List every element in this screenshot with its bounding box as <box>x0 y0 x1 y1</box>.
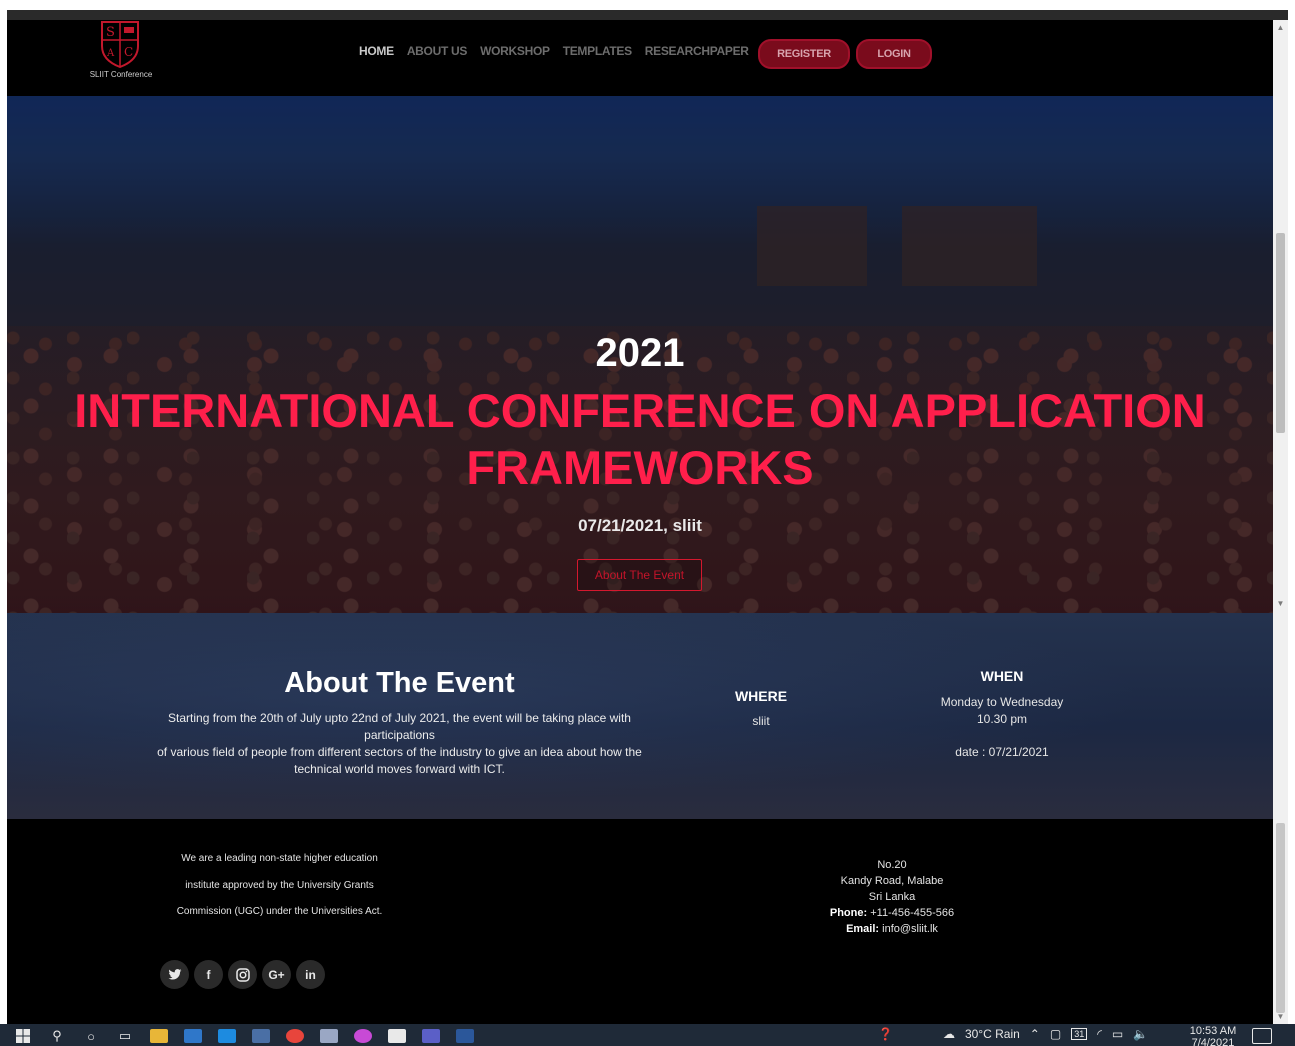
about-text-line: Starting from the 20th of July upto 22nd… <box>168 711 631 742</box>
social-links: f G+ in <box>160 960 325 989</box>
email-value[interactable]: info@sliit.lk <box>882 923 938 935</box>
chevron-up-icon[interactable]: ⌃ <box>1030 1027 1040 1041</box>
about-text: Starting from the 20th of July upto 22nd… <box>157 710 642 778</box>
keyboard-app-icon[interactable] <box>252 1029 270 1043</box>
search-icon[interactable]: ⚲ <box>48 1028 66 1044</box>
windows-taskbar: ⚲ ○ ▭ ❓ ☁ 30°C Rain ⌃ ▢ 31 ◜ ▭ 🔈 10:53 A… <box>0 1024 1295 1046</box>
logo-caption: SLIIT Conference <box>89 70 153 79</box>
music-app-icon[interactable] <box>354 1029 372 1043</box>
instagram-icon[interactable] <box>228 960 257 989</box>
about-section: About The Event Starting from the 20th o… <box>7 613 1273 819</box>
login-button[interactable]: LOGIN <box>856 39 932 69</box>
main-menu: HOME ABOUT US WORKSHOP TEMPLATES RESEARC… <box>359 44 749 58</box>
nav-researchpaper[interactable]: RESEARCHPAPER <box>645 44 749 58</box>
weather-text[interactable]: 30°C Rain <box>965 1027 1020 1041</box>
wifi-icon[interactable]: ◜ <box>1097 1027 1102 1041</box>
phone-label: Phone: <box>829 907 868 919</box>
when-days: Monday to Wednesday <box>940 695 1064 709</box>
outer-scrollbar-thumb[interactable] <box>1276 823 1285 1013</box>
scrollbar-thumb[interactable] <box>1276 233 1285 433</box>
facebook-icon[interactable]: f <box>194 960 223 989</box>
linkedin-icon[interactable]: in <box>296 960 325 989</box>
browser-top-strip <box>7 10 1288 20</box>
nav-workshop[interactable]: WORKSHOP <box>480 44 550 58</box>
when-date: date : 07/21/2021 <box>955 745 1049 759</box>
phone-line: Phone: +11-456-455-566 <box>772 905 1012 921</box>
help-icon[interactable]: ❓ <box>878 1027 893 1041</box>
notification-center-icon[interactable] <box>1252 1028 1272 1044</box>
scroll-down-arrow-icon[interactable]: ▼ <box>1273 597 1288 611</box>
word-icon[interactable] <box>456 1029 474 1043</box>
page-scrollbar[interactable]: ▲ ▼ ▼ <box>1273 20 1288 1024</box>
clock-time: 10:53 AM <box>1189 1025 1237 1037</box>
store-icon[interactable] <box>184 1029 202 1043</box>
hero-year: 2021 <box>595 331 685 375</box>
app-icon[interactable] <box>320 1029 338 1043</box>
taskbar-clock[interactable]: 10:53 AM 7/4/2021 <box>1185 1025 1241 1046</box>
nav-templates[interactable]: TEMPLATES <box>563 44 632 58</box>
footer-description-line: Commission (UGC) under the Universities … <box>176 906 383 917</box>
cortana-icon[interactable]: ○ <box>82 1028 100 1044</box>
address-line: Sri Lanka <box>868 891 916 903</box>
nav-home[interactable]: HOME <box>359 44 394 58</box>
shield-logo-icon: S A C <box>101 21 139 68</box>
taskbar-icons: ⚲ ○ ▭ <box>14 1028 474 1044</box>
calendar-icon[interactable]: 31 <box>1071 1028 1088 1040</box>
teams-icon[interactable] <box>422 1029 440 1043</box>
when-time: 10.30 pm <box>976 712 1028 726</box>
where-heading: WHERE <box>734 688 788 704</box>
battery-icon[interactable]: ▭ <box>1112 1027 1123 1041</box>
about-text-line: of various field of people from differen… <box>157 745 642 776</box>
weather-icon[interactable]: ☁ <box>943 1027 955 1041</box>
task-view-icon[interactable]: ▭ <box>116 1028 134 1044</box>
svg-text:S: S <box>106 25 115 40</box>
address-line: No.20 <box>877 859 907 871</box>
email-line: Email: info@sliit.lk <box>772 921 1012 937</box>
svg-text:C: C <box>124 45 133 59</box>
volume-icon[interactable]: 🔈 <box>1133 1027 1148 1041</box>
phone-value: +11-456-455-566 <box>870 907 955 919</box>
google-plus-icon[interactable]: G+ <box>262 960 291 989</box>
site-logo[interactable]: S A C SLIIT Conference <box>85 20 157 82</box>
footer: We are a leading non-state higher educat… <box>7 820 1273 1024</box>
chrome-icon[interactable] <box>286 1029 304 1043</box>
system-tray: ❓ ☁ 30°C Rain ⌃ ▢ 31 ◜ ▭ 🔈 <box>878 1027 1148 1041</box>
email-label: Email: <box>846 923 880 935</box>
scroll-up-arrow-icon[interactable]: ▲ <box>1273 20 1288 36</box>
webstorm-icon[interactable] <box>388 1029 406 1043</box>
where-value: sliit <box>752 714 770 728</box>
svg-text:A: A <box>106 48 115 59</box>
page-viewport: S A C SLIIT Conference HOME ABOUT US WOR… <box>7 20 1273 1024</box>
about-title: About The Event <box>284 667 515 699</box>
windows-start-icon[interactable] <box>14 1028 32 1044</box>
hero-banner: 2021 INTERNATIONAL CONFERENCE ON APPLICA… <box>7 96 1273 613</box>
file-explorer-icon[interactable] <box>150 1029 168 1043</box>
footer-description: We are a leading non-state higher educat… <box>157 846 402 926</box>
mail-icon[interactable] <box>218 1029 236 1043</box>
about-event-button[interactable]: About The Event <box>577 559 702 591</box>
twitter-icon[interactable] <box>160 960 189 989</box>
nav-about-us[interactable]: ABOUT US <box>407 44 468 58</box>
footer-contact: No.20 Kandy Road, Malabe Sri Lanka Phone… <box>772 857 1012 937</box>
address-line: Kandy Road, Malabe <box>840 875 944 887</box>
footer-description-line: institute approved by the University Gra… <box>185 879 374 891</box>
navbar: S A C SLIIT Conference HOME ABOUT US WOR… <box>7 20 1273 96</box>
when-schedule: Monday to Wednesday 10.30 pm <box>902 694 1102 728</box>
hero-title: INTERNATIONAL CONFERENCE ON APPLICATION … <box>74 384 1206 494</box>
hero-date-place: 07/21/2021, sliit <box>578 516 702 535</box>
outer-scroll-down-arrow-icon[interactable]: ▼ <box>1273 1010 1288 1024</box>
register-button[interactable]: REGISTER <box>758 39 850 69</box>
footer-description-line: We are a leading non-state higher educat… <box>181 853 378 864</box>
clock-date: 7/4/2021 <box>1191 1037 1235 1046</box>
when-heading: WHEN <box>980 668 1024 684</box>
meet-now-icon[interactable]: ▢ <box>1050 1027 1061 1041</box>
